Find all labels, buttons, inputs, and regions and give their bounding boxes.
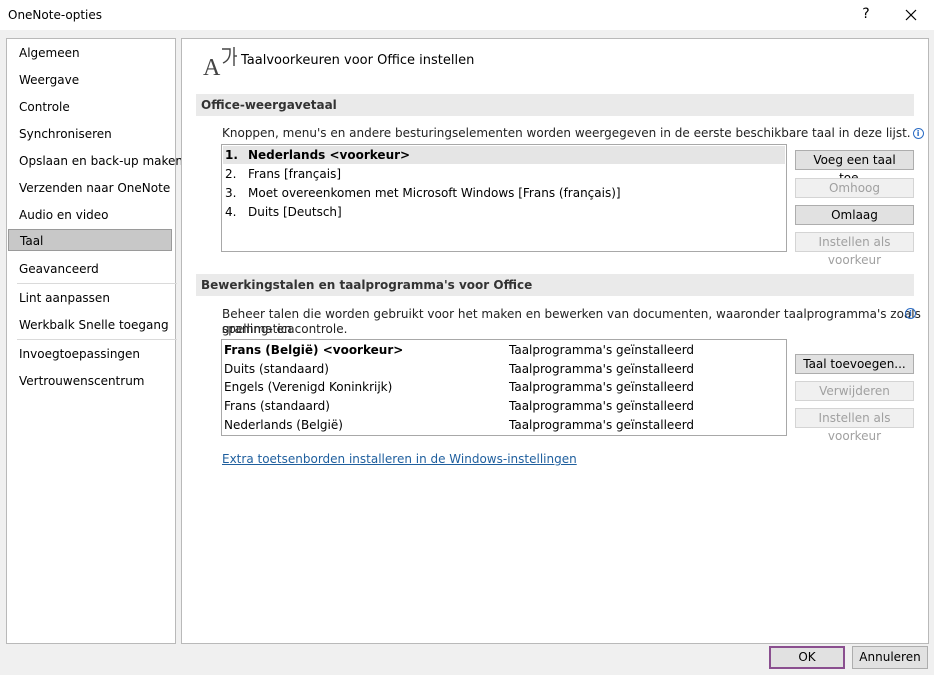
sidebar-item-audio-video[interactable]: Audio en video bbox=[8, 204, 172, 226]
section-display-language: Office-weergavetaal bbox=[196, 94, 914, 116]
svg-text:A: A bbox=[203, 55, 221, 78]
page-title: Taalvoorkeuren voor Office instellen bbox=[241, 53, 475, 68]
list-item[interactable]: 2. Frans [français] bbox=[223, 165, 785, 183]
editing-language-description-line2: grammaticacontrole. bbox=[222, 322, 348, 336]
info-icon[interactable]: i bbox=[905, 308, 916, 319]
install-keyboards-link[interactable]: Extra toetsenborden installeren in de Wi… bbox=[222, 452, 577, 466]
display-language-list[interactable]: 1. Nederlands <voorkeur> 2. Frans [franç… bbox=[221, 144, 787, 252]
set-display-preferred-button[interactable]: Instellen als voorkeur bbox=[795, 232, 914, 267]
sidebar-item-algemeen[interactable]: Algemeen bbox=[8, 42, 172, 64]
move-down-button[interactable]: Omlaag bbox=[795, 205, 914, 225]
table-row[interactable]: Frans (België) <voorkeur> Taalprogramma'… bbox=[223, 341, 783, 360]
move-up-button[interactable]: Omhoog bbox=[795, 178, 914, 198]
display-language-description: Knoppen, menu's en andere besturingselem… bbox=[222, 126, 924, 141]
remove-language-button[interactable]: Verwijderen bbox=[795, 381, 914, 401]
ok-button[interactable]: OK bbox=[769, 646, 845, 669]
title-bar: OneNote-opties ? bbox=[0, 0, 934, 30]
language-icon: A bbox=[203, 47, 237, 78]
sidebar-item-taal[interactable]: Taal bbox=[8, 229, 172, 251]
close-button[interactable] bbox=[900, 4, 922, 26]
sidebar: Algemeen Weergave Controle Synchronisere… bbox=[6, 38, 183, 644]
display-language-description-text: Knoppen, menu's en andere besturingselem… bbox=[222, 126, 911, 140]
sidebar-item-vertrouwenscentrum[interactable]: Vertrouwenscentrum bbox=[8, 370, 172, 392]
sidebar-item-lint[interactable]: Lint aanpassen bbox=[8, 287, 172, 309]
table-row[interactable]: Nederlands (België) Taalprogramma's geïn… bbox=[223, 416, 783, 435]
editing-language-list[interactable]: Frans (België) <voorkeur> Taalprogramma'… bbox=[221, 339, 787, 436]
info-icon[interactable]: i bbox=[912, 128, 924, 139]
help-button[interactable]: ? bbox=[856, 4, 876, 24]
sidebar-item-geavanceerd[interactable]: Geavanceerd bbox=[8, 258, 172, 280]
sidebar-item-werkbalk[interactable]: Werkbalk Snelle toegang bbox=[8, 314, 172, 336]
table-row[interactable]: Duits (standaard) Taalprogramma's geïnst… bbox=[223, 360, 783, 379]
sidebar-divider bbox=[17, 283, 177, 284]
set-editing-preferred-button[interactable]: Instellen als voorkeur bbox=[795, 408, 914, 443]
sidebar-item-weergave[interactable]: Weergave bbox=[8, 69, 172, 91]
list-item[interactable]: 1. Nederlands <voorkeur> bbox=[223, 146, 785, 164]
list-item[interactable]: 4. Duits [Deutsch] bbox=[223, 203, 785, 221]
sidebar-item-synchroniseren[interactable]: Synchroniseren bbox=[8, 123, 172, 145]
close-icon bbox=[905, 9, 917, 21]
table-row[interactable]: Frans (standaard) Taalprogramma's geïnst… bbox=[223, 397, 783, 416]
sidebar-item-invoegtoepassingen[interactable]: Invoegtoepassingen bbox=[8, 343, 172, 365]
sidebar-divider bbox=[17, 339, 177, 340]
list-item[interactable]: 3. Moet overeenkomen met Microsoft Windo… bbox=[223, 184, 785, 202]
window-title: OneNote-opties bbox=[8, 8, 103, 22]
sidebar-item-controle[interactable]: Controle bbox=[8, 96, 172, 118]
sidebar-item-verzenden[interactable]: Verzenden naar OneNote bbox=[8, 177, 172, 199]
sidebar-item-opslaan[interactable]: Opslaan en back-up maken bbox=[8, 150, 183, 172]
add-display-language-button[interactable]: Voeg een taal toe... bbox=[795, 150, 914, 185]
add-language-button[interactable]: Taal toevoegen... bbox=[795, 354, 914, 374]
table-row[interactable]: Engels (Verenigd Koninkrijk) Taalprogram… bbox=[223, 378, 783, 397]
cancel-button[interactable]: Annuleren bbox=[852, 646, 928, 669]
section-editing-languages: Bewerkingstalen en taalprogramma's voor … bbox=[196, 274, 914, 296]
